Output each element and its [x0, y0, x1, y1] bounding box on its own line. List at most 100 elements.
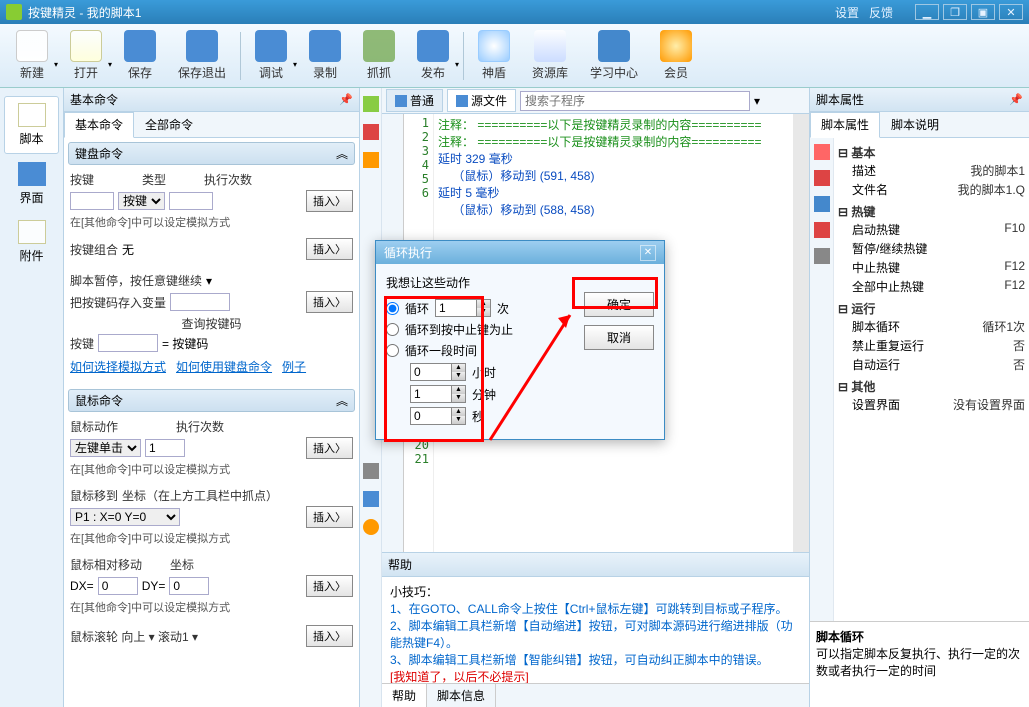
- prop-norepeat[interactable]: 禁止重复运行否: [838, 336, 1025, 355]
- link-sim-mode[interactable]: 如何选择模拟方式: [70, 360, 166, 374]
- spin-down[interactable]: ▼: [476, 308, 490, 316]
- spin-down[interactable]: ▼: [451, 416, 465, 424]
- search-subroutine-input[interactable]: [520, 91, 750, 111]
- prop-file[interactable]: 文件名我的脚本1.Q: [838, 180, 1025, 199]
- restore-button[interactable]: ❐: [943, 4, 967, 20]
- prop-stopall-hotkey[interactable]: 全部中止热键F12: [838, 277, 1025, 296]
- insert-move-button[interactable]: 插入〉: [306, 506, 353, 528]
- settings-link[interactable]: 设置: [835, 4, 859, 21]
- tab-help[interactable]: 帮助: [382, 684, 427, 707]
- delete-icon[interactable]: [363, 124, 379, 140]
- radio-loop-time[interactable]: [386, 344, 399, 357]
- tab-basic-commands[interactable]: 基本命令: [64, 112, 134, 138]
- tab-script-desc[interactable]: 脚本说明: [880, 112, 950, 137]
- eye-icon[interactable]: [363, 519, 379, 535]
- group-run[interactable]: ⊟ 运行: [838, 300, 1025, 317]
- hand-icon[interactable]: [363, 152, 379, 168]
- minutes-input[interactable]: [411, 386, 451, 402]
- new-button[interactable]: 新建▾: [8, 28, 56, 83]
- minimize-button[interactable]: ▁: [915, 4, 939, 20]
- dismiss-tips-link[interactable]: [我知道了，以后不必提示]: [390, 668, 801, 683]
- mouse-times-input[interactable]: [145, 439, 185, 457]
- insert-scroll-button[interactable]: 插入〉: [306, 625, 353, 647]
- feedback-link[interactable]: 反馈: [869, 4, 893, 21]
- debug-button[interactable]: 调试▾: [247, 28, 295, 83]
- arrow-left-icon[interactable]: [363, 96, 379, 112]
- search-dropdown-icon[interactable]: ▾: [754, 94, 760, 108]
- spin-up[interactable]: ▲: [451, 408, 465, 416]
- spin-up[interactable]: ▲: [451, 386, 465, 394]
- publish-button[interactable]: 发布▾: [409, 28, 457, 83]
- insert-key-button[interactable]: 插入〉: [306, 190, 353, 212]
- spin-down[interactable]: ▼: [451, 394, 465, 402]
- radio-loop-count[interactable]: [386, 302, 399, 315]
- chevron-down-icon[interactable]: ▾: [206, 274, 212, 288]
- maximize-button[interactable]: ▣: [971, 4, 995, 20]
- prop-icon-4[interactable]: [814, 222, 830, 238]
- shield-button[interactable]: 神盾: [470, 28, 518, 83]
- prop-auto[interactable]: 自动运行否: [838, 355, 1025, 374]
- loop-count-input[interactable]: [436, 300, 476, 316]
- view-normal-button[interactable]: 普通: [386, 89, 443, 112]
- section-keyboard[interactable]: 键盘命令︽: [68, 142, 355, 165]
- grab-button[interactable]: 抓抓: [355, 28, 403, 83]
- pin-icon[interactable]: 📌: [339, 93, 353, 106]
- savekey-input[interactable]: [170, 293, 230, 311]
- vip-button[interactable]: 会员: [652, 28, 700, 83]
- prop-pause-hotkey[interactable]: 暂停/继续热键: [838, 239, 1025, 258]
- indent-icon[interactable]: [363, 463, 379, 479]
- prop-desc[interactable]: 描述我的脚本1: [838, 161, 1025, 180]
- insert-save-button[interactable]: 插入〉: [306, 291, 353, 313]
- prop-icon-2[interactable]: [814, 170, 830, 186]
- prop-icon-3[interactable]: [814, 196, 830, 212]
- learn-button[interactable]: 学习中心: [582, 28, 646, 83]
- prop-stop-hotkey[interactable]: 中止热键F12: [838, 258, 1025, 277]
- times-input[interactable]: [169, 192, 213, 210]
- prop-icon-5[interactable]: [814, 248, 830, 264]
- group-basic[interactable]: ⊟ 基本: [838, 144, 1025, 161]
- query-key-input[interactable]: [98, 334, 158, 352]
- prop-start-hotkey[interactable]: 启动热键F10: [838, 220, 1025, 239]
- link-kb-usage[interactable]: 如何使用键盘命令: [176, 360, 272, 374]
- dy-input[interactable]: [169, 577, 209, 595]
- section-mouse[interactable]: 鼠标命令︽: [68, 389, 355, 412]
- dialog-close-button[interactable]: ✕: [640, 245, 656, 261]
- editor-scrollbar[interactable]: [793, 114, 809, 552]
- radio-loop-stop[interactable]: [386, 323, 399, 336]
- spin-down[interactable]: ▼: [451, 372, 465, 380]
- tab-all-commands[interactable]: 全部命令: [134, 112, 204, 137]
- close-button[interactable]: ✕: [999, 4, 1023, 20]
- point-select[interactable]: P1 : X=0 Y=0: [70, 508, 180, 526]
- type-select[interactable]: 按键: [118, 192, 165, 210]
- tab-ui[interactable]: 界面: [4, 156, 59, 212]
- store-button[interactable]: 资源库: [524, 28, 576, 83]
- tab-script[interactable]: 脚本: [4, 96, 59, 154]
- insert-rel-button[interactable]: 插入〉: [306, 575, 353, 597]
- tab-attach[interactable]: 附件: [4, 214, 59, 270]
- prop-icon-1[interactable]: [814, 144, 830, 160]
- group-hotkey[interactable]: ⊟ 热键: [838, 203, 1025, 220]
- hours-input[interactable]: [411, 364, 451, 380]
- save-button[interactable]: 保存: [116, 28, 164, 83]
- insert-combo-button[interactable]: 插入〉: [306, 238, 353, 260]
- view-source-button[interactable]: 源文件: [447, 89, 516, 112]
- mouse-action-select[interactable]: 左键单击: [70, 439, 141, 457]
- key-input[interactable]: [70, 192, 114, 210]
- pin-icon[interactable]: 📌: [1009, 93, 1023, 106]
- record-button[interactable]: 录制: [301, 28, 349, 83]
- spin-up[interactable]: ▲: [451, 364, 465, 372]
- tab-script-props[interactable]: 脚本属性: [810, 112, 880, 138]
- tab-script-info[interactable]: 脚本信息: [427, 684, 496, 707]
- check-icon[interactable]: [363, 491, 379, 507]
- open-button[interactable]: 打开▾: [62, 28, 110, 83]
- insert-mouse-button[interactable]: 插入〉: [306, 437, 353, 459]
- prop-ui[interactable]: 设置界面没有设置界面: [838, 395, 1025, 414]
- group-other[interactable]: ⊟ 其他: [838, 378, 1025, 395]
- link-example[interactable]: 例子: [282, 360, 306, 374]
- save-exit-button[interactable]: 保存退出: [170, 28, 234, 83]
- spin-up[interactable]: ▲: [476, 300, 490, 308]
- cancel-button[interactable]: 取消: [584, 325, 654, 350]
- seconds-input[interactable]: [411, 408, 451, 424]
- dx-input[interactable]: [98, 577, 138, 595]
- ok-button[interactable]: 确定: [584, 292, 654, 317]
